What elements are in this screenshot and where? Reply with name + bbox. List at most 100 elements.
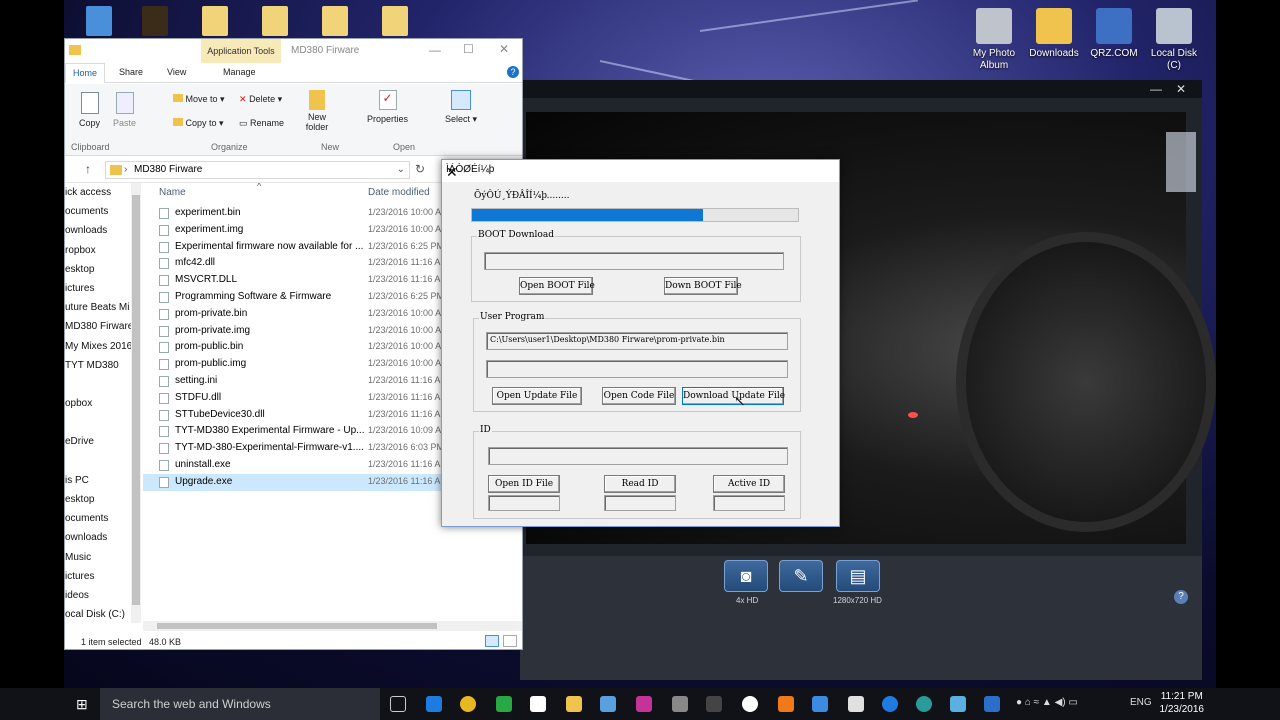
nav-item[interactable]: MD380 Firware xyxy=(65,317,141,336)
read-id-button[interactable]: Read ID xyxy=(604,475,676,493)
task-view-icon[interactable] xyxy=(390,696,406,712)
help-icon[interactable]: ? xyxy=(507,66,519,78)
nav-item[interactable]: ictures xyxy=(65,279,141,298)
tray-icons[interactable]: ● ⌂ ≈ ▲ ◀) ▭ xyxy=(1016,697,1078,708)
chevron-down-icon[interactable]: ⌄ xyxy=(397,162,405,178)
up-arrow-icon[interactable]: ↑ xyxy=(85,162,91,176)
close-icon[interactable]: ✕ xyxy=(1176,82,1186,96)
paste-button[interactable]: Paste xyxy=(113,92,136,128)
boot-file-field[interactable] xyxy=(484,252,784,270)
details-view-icon[interactable] xyxy=(485,635,499,647)
app-icon[interactable] xyxy=(600,696,616,712)
nav-item[interactable]: ictures xyxy=(65,567,141,586)
nav-item[interactable] xyxy=(65,413,141,432)
copy-button[interactable]: Copy xyxy=(79,92,100,128)
upgrade-app-icon[interactable] xyxy=(984,696,1000,712)
scrollbar-thumb[interactable] xyxy=(132,195,140,605)
column-date-modified[interactable]: Date modified xyxy=(368,187,430,198)
desktop-computer-icon[interactable] xyxy=(86,6,112,36)
store-icon[interactable] xyxy=(530,696,546,712)
desktop-icon-local-disk[interactable]: Local Disk (C) xyxy=(1144,8,1204,72)
nav-item[interactable]: ick access xyxy=(65,183,141,202)
chrome-icon[interactable] xyxy=(460,696,476,712)
new-folder-button[interactable]: New folder xyxy=(301,90,333,132)
move-to-button[interactable]: Move to ▾ xyxy=(173,94,225,105)
nav-item[interactable]: My Mixes 2016 xyxy=(65,337,141,356)
fs-app-icon[interactable] xyxy=(636,696,652,712)
nav-item[interactable]: uture Beats Mi xyxy=(65,298,141,317)
nav-item[interactable]: ownloads xyxy=(65,528,141,547)
open-id-file-button[interactable]: Open ID File xyxy=(488,475,560,493)
properties-button[interactable]: ✓ Properties xyxy=(367,90,408,124)
active-id-button[interactable]: Active ID xyxy=(713,475,785,493)
open-boot-file-button[interactable]: Open BOOT File xyxy=(519,277,595,295)
application-tools-tab[interactable]: Application Tools xyxy=(201,39,281,63)
nav-item[interactable]: TYT MD380 xyxy=(65,356,141,375)
nav-item[interactable]: eDrive xyxy=(65,432,141,451)
update-file-path-field[interactable]: C:\Users\user1\Desktop\MD380 Firware\pro… xyxy=(486,332,788,350)
tab-home[interactable]: Home xyxy=(65,63,105,83)
desktop-folder-icon[interactable] xyxy=(262,6,288,36)
nav-item[interactable]: is PC xyxy=(65,471,141,490)
search-box[interactable]: Search the web and Windows xyxy=(100,688,380,720)
tab-share[interactable]: Share xyxy=(119,67,143,77)
app-icon[interactable] xyxy=(496,696,512,712)
nav-item[interactable]: ocuments xyxy=(65,202,141,221)
edge-icon[interactable] xyxy=(426,696,442,712)
copy-to-button[interactable]: Copy to ▾ xyxy=(173,118,224,129)
id-file-field[interactable] xyxy=(488,447,788,465)
nav-scrollbar[interactable] xyxy=(131,183,141,623)
code-file-field[interactable] xyxy=(486,360,788,378)
nav-item[interactable]: esktop xyxy=(65,260,141,279)
desktop-folder-icon[interactable] xyxy=(322,6,348,36)
camera-icon[interactable]: ◙ xyxy=(724,560,768,592)
nav-item[interactable]: ocuments xyxy=(65,509,141,528)
app-icon[interactable] xyxy=(672,696,688,712)
id-value-field[interactable] xyxy=(488,495,560,511)
windows-start-icon[interactable]: ⊞ xyxy=(76,696,88,713)
tab-view[interactable]: View xyxy=(167,67,186,77)
read-id-value-field[interactable] xyxy=(604,495,676,511)
nav-item[interactable]: ocal Disk (C:) xyxy=(65,605,141,623)
itunes-icon[interactable] xyxy=(742,696,758,712)
horizontal-scrollbar[interactable] xyxy=(143,621,522,631)
desktop-folder-icon[interactable] xyxy=(382,6,408,36)
help-icon[interactable]: ? xyxy=(1174,590,1188,604)
rename-button[interactable]: ▭ Rename xyxy=(239,118,284,129)
desktop-folder-icon[interactable] xyxy=(202,6,228,36)
refresh-icon[interactable]: ↻ xyxy=(415,162,425,176)
film-icon[interactable]: ▤ xyxy=(836,560,880,592)
nav-item[interactable]: ownloads xyxy=(65,221,141,240)
desktop-icon-downloads[interactable]: Downloads xyxy=(1024,8,1084,60)
desktop-icon-photo-album[interactable]: My Photo Album xyxy=(964,8,1024,72)
tab-manage[interactable]: Manage xyxy=(223,67,256,77)
close-icon[interactable]: ✕ xyxy=(499,42,509,56)
down-boot-file-button[interactable]: Down BOOT File xyxy=(664,277,742,295)
nav-item[interactable]: esktop xyxy=(65,490,141,509)
minimize-icon[interactable]: — xyxy=(429,43,441,57)
messenger-icon[interactable] xyxy=(882,696,898,712)
delete-button[interactable]: ✕ Delete ▾ xyxy=(239,94,282,105)
download-update-file-button[interactable]: Download Update File xyxy=(682,387,785,405)
minimize-icon[interactable]: — xyxy=(1150,82,1162,96)
app-icon[interactable] xyxy=(916,696,932,712)
nav-item[interactable]: opbox xyxy=(65,394,141,413)
scrollbar-thumb[interactable] xyxy=(157,623,437,629)
file-explorer-icon[interactable] xyxy=(566,696,582,712)
select-button[interactable]: Select ▾ xyxy=(445,90,477,125)
nav-item[interactable]: ideos xyxy=(65,586,141,605)
clock[interactable]: 11:21 PM 1/23/2016 xyxy=(1160,690,1205,716)
nav-item[interactable]: ropbox xyxy=(65,241,141,260)
close-icon[interactable]: ✕ xyxy=(446,164,833,181)
open-code-file-button[interactable]: Open Code File xyxy=(602,387,676,405)
nav-item[interactable]: Music xyxy=(65,548,141,567)
app-icon[interactable] xyxy=(778,696,794,712)
address-bar[interactable]: › MD380 Firware ⌄ xyxy=(105,161,410,179)
nav-item[interactable] xyxy=(65,452,141,471)
active-id-value-field[interactable] xyxy=(713,495,785,511)
app-icon[interactable] xyxy=(950,696,966,712)
language-indicator[interactable]: ENG xyxy=(1130,697,1152,708)
audio-app-icon[interactable] xyxy=(706,696,722,712)
nav-item[interactable] xyxy=(65,375,141,394)
desktop-file-icon[interactable] xyxy=(142,6,168,36)
